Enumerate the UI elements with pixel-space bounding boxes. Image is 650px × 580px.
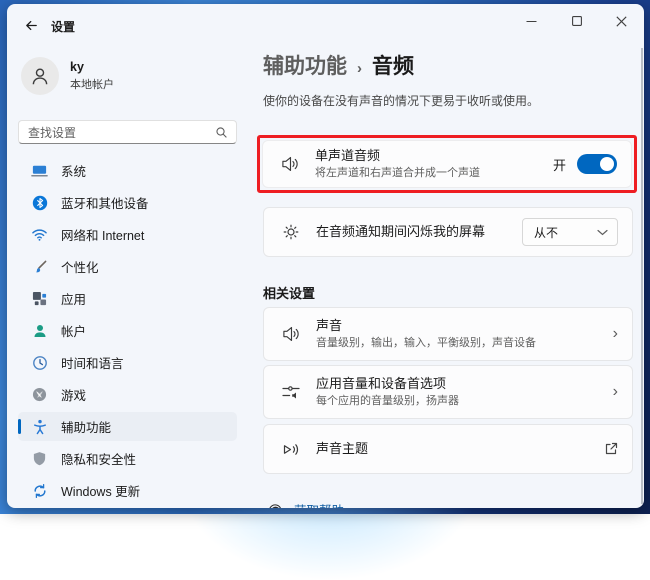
main-content: 辅助功能 › 音频 使你的设备在没有声音的情况下更易于收听或使用。 单声道音频 … (263, 44, 633, 508)
external-link-icon (604, 442, 618, 456)
flash-screen-icon (281, 223, 301, 241)
svg-text:?: ? (273, 506, 278, 508)
network-icon (31, 226, 48, 243)
account-type: 本地帐户 (70, 76, 114, 92)
page-title: 音频 (372, 50, 414, 80)
flash-screen-card: 在音频通知期间闪烁我的屏幕 从不 (263, 207, 633, 257)
back-arrow-icon (24, 18, 39, 33)
sidebar: ky 本地帐户 查找设置 系统 (18, 48, 237, 505)
sidebar-item-time-language[interactable]: 时间和语言 (18, 348, 237, 377)
settings-window: 设置 ky 本地帐户 (7, 4, 644, 508)
page-description: 使你的设备在没有声音的情况下更易于收听或使用。 (263, 92, 633, 106)
speaker-icon (280, 156, 300, 172)
apps-icon (31, 290, 48, 307)
sidebar-item-windows-update[interactable]: Windows 更新 (18, 476, 237, 505)
help-icon: ? (267, 502, 283, 509)
mono-audio-title: 单声道音频 (315, 148, 538, 164)
mono-audio-card[interactable]: 单声道音频 将左声道和右声道合并成一个声道 开 (262, 140, 632, 188)
sidebar-item-label: 时间和语言 (61, 353, 124, 372)
mono-audio-subtitle: 将左声道和右声道合并成一个声道 (315, 167, 538, 180)
sidebar-item-label: 网络和 Internet (61, 225, 144, 244)
card-title: 声音主题 (316, 441, 589, 457)
breadcrumb-parent[interactable]: 辅助功能 (263, 50, 347, 80)
chevron-right-icon: › (613, 384, 618, 400)
sidebar-item-label: 帐户 (61, 321, 86, 340)
avatar (21, 57, 59, 95)
flash-screen-label: 在音频通知期间闪烁我的屏幕 (316, 224, 507, 240)
sidebar-nav: 系统 蓝牙和其他设备 网络和 Internet (18, 156, 237, 505)
windows-update-icon (31, 482, 48, 499)
card-subtitle: 每个应用的音量级别，扬声器 (316, 395, 598, 408)
sidebar-item-accessibility[interactable]: 辅助功能 (18, 412, 237, 441)
user-name: ky (70, 60, 114, 75)
minimize-button[interactable] (509, 4, 554, 38)
accessibility-icon (31, 418, 48, 435)
breadcrumb-separator: › (357, 60, 362, 77)
card-title: 应用音量和设备首选项 (316, 376, 598, 392)
scrollbar[interactable] (641, 48, 643, 504)
volume-mixer-icon (281, 384, 301, 400)
search-icon (215, 126, 228, 139)
sidebar-item-label: 蓝牙和其他设备 (61, 193, 149, 212)
sidebar-item-label: 系统 (61, 161, 86, 180)
app-title: 设置 (51, 18, 75, 35)
back-button[interactable] (20, 14, 42, 36)
help-footer: ? 获取帮助 (263, 500, 633, 508)
close-button[interactable] (599, 4, 644, 38)
sound-settings-link[interactable]: 声音 音量级别，输出，输入，平衡级别，声音设备 › (263, 307, 633, 361)
sidebar-item-label: Windows 更新 (61, 481, 140, 500)
search-input[interactable]: 查找设置 (18, 120, 237, 144)
sidebar-item-bluetooth[interactable]: 蓝牙和其他设备 (18, 188, 237, 217)
dropdown-selected-value: 从不 (534, 224, 597, 241)
toggle-state-label: 开 (553, 155, 566, 174)
sidebar-item-network[interactable]: 网络和 Internet (18, 220, 237, 249)
accounts-icon (31, 322, 48, 339)
red-annotation-box: 单声道音频 将左声道和右声道合并成一个声道 开 (257, 135, 637, 193)
speaker-icon (281, 326, 301, 342)
system-icon (31, 162, 48, 179)
personalization-icon (31, 258, 48, 275)
sound-theme-icon (281, 442, 301, 457)
gaming-icon (31, 386, 48, 403)
chevron-down-icon (597, 229, 608, 236)
titlebar: 设置 (7, 4, 644, 44)
sidebar-item-accounts[interactable]: 帐户 (18, 316, 237, 345)
user-profile[interactable]: ky 本地帐户 (18, 48, 237, 98)
chevron-right-icon: › (613, 326, 618, 342)
related-settings-header: 相关设置 (263, 283, 633, 302)
sidebar-item-label: 游戏 (61, 385, 86, 404)
sidebar-item-system[interactable]: 系统 (18, 156, 237, 185)
sidebar-item-gaming[interactable]: 游戏 (18, 380, 237, 409)
search-placeholder: 查找设置 (28, 124, 215, 141)
time-language-icon (31, 354, 48, 371)
sidebar-item-apps[interactable]: 应用 (18, 284, 237, 313)
card-subtitle: 音量级别，输出，输入，平衡级别，声音设备 (316, 337, 598, 350)
toggle-knob (600, 157, 614, 171)
breadcrumb: 辅助功能 › 音频 (263, 50, 633, 80)
maximize-button[interactable] (554, 4, 599, 38)
mono-audio-toggle[interactable] (577, 154, 617, 174)
flash-screen-dropdown[interactable]: 从不 (522, 218, 618, 246)
sidebar-item-label: 隐私和安全性 (61, 449, 136, 468)
sidebar-item-privacy[interactable]: 隐私和安全性 (18, 444, 237, 473)
sidebar-item-personalization[interactable]: 个性化 (18, 252, 237, 281)
sidebar-item-label: 个性化 (61, 257, 99, 276)
sidebar-item-label: 辅助功能 (61, 417, 111, 436)
selection-indicator (18, 419, 21, 434)
card-title: 声音 (316, 318, 598, 334)
get-help-link[interactable]: 获取帮助 (294, 500, 344, 508)
sound-theme-link[interactable]: 声音主题 (263, 424, 633, 474)
app-volume-link[interactable]: 应用音量和设备首选项 每个应用的音量级别，扬声器 › (263, 365, 633, 419)
privacy-icon (31, 450, 48, 467)
sidebar-item-label: 应用 (61, 289, 86, 308)
bluetooth-icon (31, 194, 48, 211)
